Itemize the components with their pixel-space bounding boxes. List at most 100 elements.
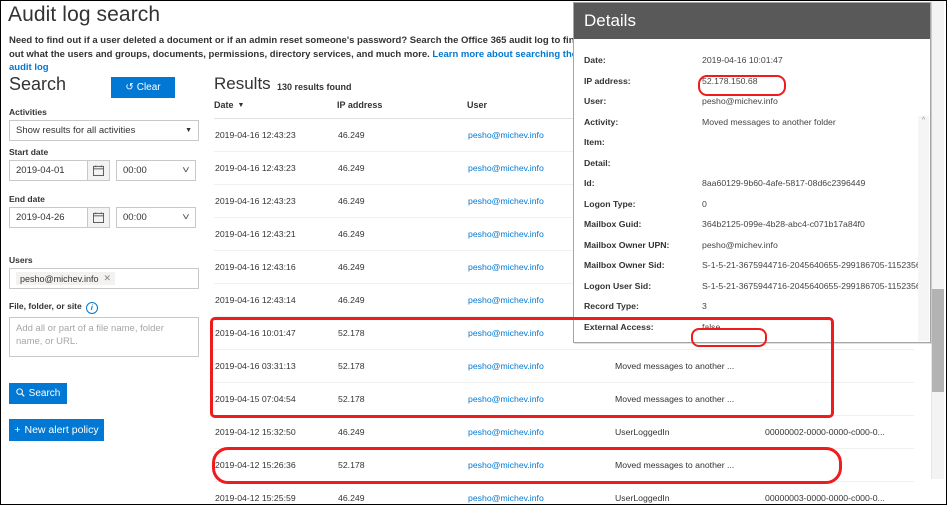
users-field: Users pesho@michev.info ✕	[9, 255, 199, 289]
cell-date: 2019-04-12 15:32:50	[214, 415, 337, 449]
cell-date: 2019-04-16 12:43:21	[214, 217, 337, 251]
search-button-label: Search	[28, 388, 61, 399]
end-date-label: End date	[9, 194, 45, 204]
details-row: Mailbox Owner UPN: pesho@michev.info	[574, 240, 930, 261]
details-row: IP address: 52.178.150.68	[574, 76, 930, 97]
user-link[interactable]: pesho@michev.info	[468, 229, 544, 239]
cell-ip: 52.178	[337, 349, 467, 383]
table-row[interactable]: 2019-04-16 03:31:13 52.178 pesho@michev.…	[214, 349, 914, 383]
cell-ip: 52.178	[337, 448, 467, 482]
chevron-up-icon[interactable]: ^	[918, 117, 929, 125]
table-row[interactable]: 2019-04-15 07:04:54 52.178 pesho@michev.…	[214, 382, 914, 416]
details-row: Mailbox Owner Sid: S-1-5-21-3675944716-2…	[574, 260, 930, 281]
users-input[interactable]: pesho@michev.info ✕	[9, 268, 199, 289]
new-alert-policy-label: New alert policy	[24, 424, 99, 436]
user-link[interactable]: pesho@michev.info	[468, 394, 544, 404]
details-value: pesho@michev.info	[702, 239, 778, 250]
details-key: IP address:	[584, 75, 631, 86]
cell-item	[764, 349, 914, 383]
user-link[interactable]: pesho@michev.info	[468, 130, 544, 140]
details-key: Mailbox Owner UPN:	[584, 239, 670, 250]
start-date-input[interactable]: 2019-04-01	[9, 160, 88, 181]
details-panel-title: Details	[574, 3, 930, 39]
details-value: Moved messages to another folder	[702, 116, 836, 127]
page-title: Audit log search	[8, 3, 161, 26]
cell-ip: 46.249	[337, 250, 467, 284]
file-folder-site-label-text: File, folder, or site	[9, 301, 82, 311]
cell-ip: 52.178	[337, 316, 467, 350]
undo-icon: ↺	[125, 81, 134, 93]
clear-button[interactable]: ↺ Clear	[111, 77, 175, 98]
page-scrollbar-thumb[interactable]	[932, 289, 944, 392]
start-date-row: 2019-04-01 00:00 ˅	[9, 160, 199, 181]
details-row: Logon User Sid: S-1-5-21-3675944716-2045…	[574, 281, 930, 302]
activities-value: Show results for all activities	[16, 125, 136, 136]
cell-date: 2019-04-16 12:43:16	[214, 250, 337, 284]
new-alert-policy-button[interactable]: + New alert policy	[9, 419, 104, 441]
details-row: Activity: Moved messages to another fold…	[574, 117, 930, 138]
details-panel-body: Date: 2019-04-16 10:01:47 IP address: 52…	[574, 39, 930, 342]
table-row[interactable]: 2019-04-12 15:32:50 46.249 pesho@michev.…	[214, 415, 914, 449]
cell-date: 2019-04-16 12:43:23	[214, 151, 337, 185]
cell-activity: UserLoggedIn	[614, 481, 764, 504]
user-link[interactable]: pesho@michev.info	[468, 493, 544, 503]
user-chip[interactable]: pesho@michev.info ✕	[16, 272, 116, 285]
user-link[interactable]: pesho@michev.info	[468, 196, 544, 206]
cell-date: 2019-04-16 12:43:14	[214, 283, 337, 317]
user-link[interactable]: pesho@michev.info	[468, 361, 544, 371]
user-link[interactable]: pesho@michev.info	[468, 163, 544, 173]
user-link[interactable]: pesho@michev.info	[468, 328, 544, 338]
details-row: User: pesho@michev.info	[574, 96, 930, 117]
page-scrollbar[interactable]	[931, 1, 944, 479]
details-key: User:	[584, 96, 607, 106]
details-row: Date: 2019-04-16 10:01:47	[574, 55, 930, 76]
cell-date: 2019-04-16 12:43:23	[214, 184, 337, 218]
column-header-date-label: Date	[214, 100, 234, 110]
details-row: Item:	[574, 137, 930, 158]
file-folder-site-input[interactable]: Add all or part of a file name, folder n…	[9, 316, 199, 357]
cell-activity: Moved messages to another ...	[614, 382, 764, 416]
cell-date: 2019-04-16 10:01:47	[214, 316, 337, 350]
info-icon[interactable]: i	[85, 301, 98, 314]
details-value: pesho@michev.info	[702, 96, 778, 106]
start-time-select[interactable]: 00:00 ˅	[116, 160, 196, 181]
details-key: Date:	[584, 55, 606, 65]
search-heading: Search	[9, 74, 67, 94]
end-date-input[interactable]: 2019-04-26	[9, 207, 88, 228]
user-link[interactable]: pesho@michev.info	[468, 427, 544, 437]
end-time-select[interactable]: 00:00 ˅	[116, 207, 196, 228]
column-header-date[interactable]: Date ▼	[214, 100, 337, 119]
start-date-calendar-button[interactable]	[88, 160, 110, 181]
cell-ip: 46.249	[337, 283, 467, 317]
table-row[interactable]: 2019-04-12 15:26:36 52.178 pesho@michev.…	[214, 448, 914, 482]
file-folder-site-field: File, folder, or site i Add all or part o…	[9, 301, 199, 357]
details-row: Record Type: 3	[574, 301, 930, 322]
close-icon[interactable]: ✕	[104, 273, 112, 284]
column-header-ip[interactable]: IP address	[337, 100, 467, 119]
start-date-label: Start date	[9, 147, 49, 157]
cell-item: 00000003-0000-0000-c000-0...	[764, 481, 914, 504]
cell-activity: UserLoggedIn	[614, 415, 764, 449]
cell-ip: 46.249	[337, 184, 467, 218]
details-value: S-1-5-21-3675944716-2045640655-299186705…	[702, 280, 926, 291]
cell-item	[764, 382, 914, 416]
plus-icon: +	[14, 424, 21, 436]
details-value: 52.178.150.68	[702, 75, 758, 86]
details-key: Item:	[584, 137, 605, 147]
results-title: Results	[214, 74, 271, 93]
table-row[interactable]: 2019-04-12 15:25:59 46.249 pesho@michev.…	[214, 481, 914, 504]
calendar-icon	[93, 165, 104, 176]
user-link[interactable]: pesho@michev.info	[468, 295, 544, 305]
details-value: 364b2125-099e-4b28-abc4-c071b17a84f0	[702, 219, 865, 229]
details-row: Logon Type: 0	[574, 199, 930, 220]
user-link[interactable]: pesho@michev.info	[468, 460, 544, 470]
search-button[interactable]: Search	[9, 383, 67, 404]
user-link[interactable]: pesho@michev.info	[468, 262, 544, 272]
end-date-calendar-button[interactable]	[88, 207, 110, 228]
activities-dropdown[interactable]: Show results for all activities ▼	[9, 120, 199, 141]
details-panel-scrollbar[interactable]: ^	[918, 116, 929, 341]
details-value: false	[702, 321, 721, 332]
clear-button-label: Clear	[136, 82, 161, 93]
details-value: 3	[702, 301, 707, 311]
cell-ip: 46.249	[337, 415, 467, 449]
